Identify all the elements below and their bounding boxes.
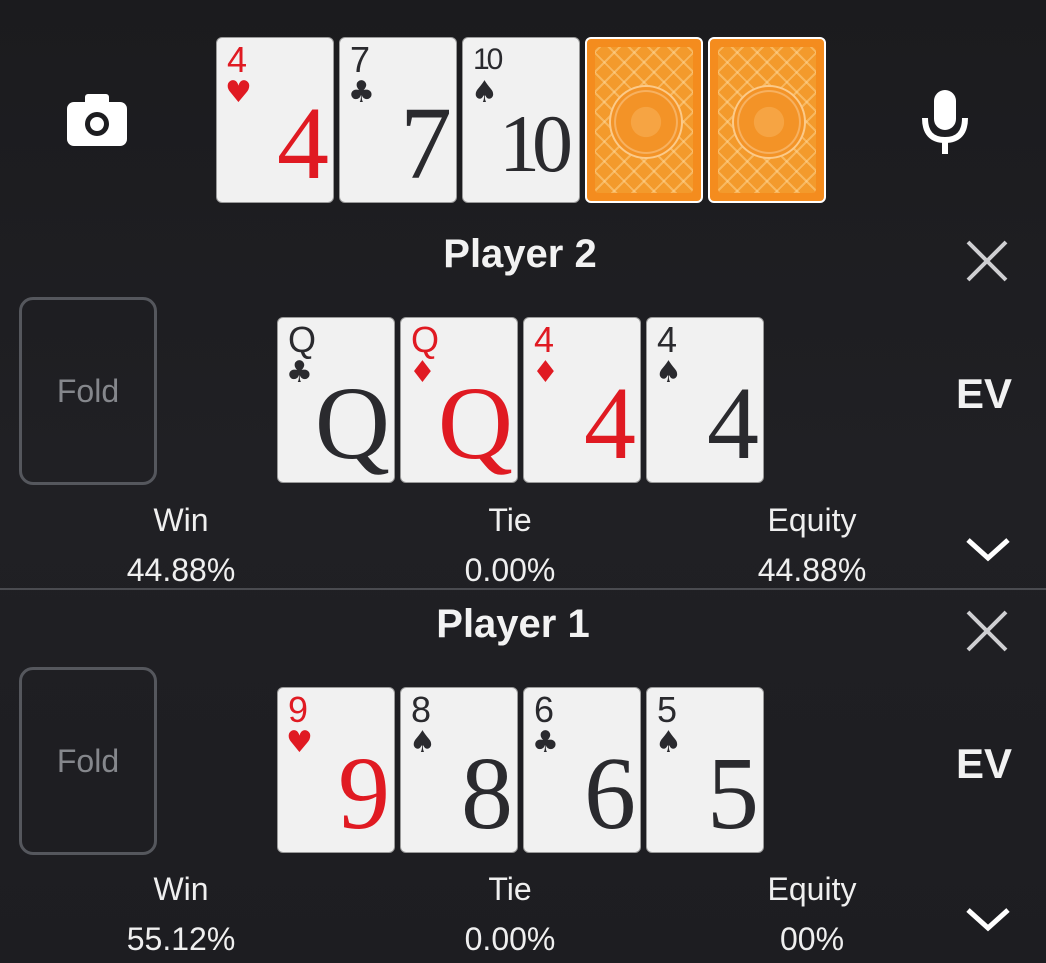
card-rank-corner: 6 (534, 689, 555, 730)
playing-card[interactable]: 4 ♠ 4 (646, 317, 764, 483)
fold-label: Fold (56, 372, 120, 409)
playing-card[interactable]: 4 ♦ 4 (523, 317, 641, 483)
equity-value: 00% (779, 921, 845, 957)
card-suit-icon: ♣ (286, 355, 313, 390)
card-suit-icon: ♥ (225, 75, 252, 110)
card-rank-corner: Q (288, 319, 317, 360)
win-label: Win (153, 871, 209, 907)
tie-stat: Tie 0.00% (410, 500, 610, 590)
win-value: 44.88% (126, 552, 236, 588)
playing-card[interactable]: 9 ♥ 9 (277, 687, 395, 853)
tie-stat: Tie 0.00% (410, 869, 610, 959)
expand-button[interactable] (962, 900, 1014, 936)
fold-button[interactable]: Fold (19, 297, 157, 485)
playing-card[interactable]: 7 ♣ 7 (339, 37, 457, 203)
card-rank-corner: 4 (227, 39, 248, 80)
win-label: Win (153, 502, 209, 538)
close-player-button[interactable] (962, 236, 1012, 286)
microphone-button[interactable] (914, 86, 976, 158)
playing-card[interactable]: Q ♦ Q (400, 317, 518, 483)
playing-card[interactable]: 10 ♠ 10 (462, 37, 580, 203)
card-rank-corner: Q (411, 319, 440, 360)
player-title: Player 1 (436, 602, 590, 646)
chevron-down-icon (966, 538, 1010, 562)
win-value: 55.12% (126, 921, 236, 957)
card-rank: Q (314, 366, 390, 481)
section-divider (0, 588, 1046, 590)
card-suit-icon: ♣ (348, 75, 375, 110)
expand-button[interactable] (962, 530, 1014, 566)
card-rank: 4 (277, 86, 329, 201)
card-rank: 10 (499, 98, 573, 189)
playing-card[interactable]: Q ♣ Q (277, 317, 395, 483)
fold-label: Fold (56, 742, 120, 779)
playing-card[interactable]: 8 ♠ 8 (400, 687, 518, 853)
card-suit-icon: ♦ (409, 355, 436, 390)
card-suit-icon: ♠ (471, 75, 498, 110)
playing-card[interactable]: 6 ♣ 6 (523, 687, 641, 853)
chevron-down-icon (966, 908, 1010, 932)
card-rank-corner: 9 (288, 689, 309, 730)
card-rank: Q (437, 366, 513, 481)
win-stat: Win 55.12% (81, 869, 281, 959)
app-screen: 4 ♥ 4 7 ♣ 7 10 ♠ 10 Player 2 Fold Q ♣ Q Q ♦ Q 4 ♦ 4 4 ♠ 4 E… (0, 0, 1046, 963)
playing-card[interactable]: 4 ♥ 4 (216, 37, 334, 203)
equity-value: 44.88% (757, 552, 867, 588)
card-suit-icon: ♠ (409, 725, 436, 760)
card-rank-corner: 10 (473, 43, 503, 76)
card-rank-corner: 4 (534, 319, 555, 360)
close-player-button[interactable] (962, 606, 1012, 656)
card-rank-corner: 5 (657, 689, 678, 730)
ev-button[interactable]: EV (956, 370, 1012, 418)
card-suit-icon: ♥ (286, 725, 313, 760)
microphone-icon (922, 90, 968, 154)
card-rank-corner: 4 (657, 319, 678, 360)
tie-label: Tie (488, 502, 532, 538)
card-rank: 4 (707, 366, 759, 481)
card-rank-corner: 7 (350, 39, 371, 80)
equity-label: Equity (767, 871, 857, 907)
close-icon (966, 240, 1008, 282)
playing-card[interactable]: 5 ♠ 5 (646, 687, 764, 853)
card-rank: 9 (338, 736, 390, 851)
equity-stat: Equity 00% (712, 869, 912, 959)
card-rank: 6 (584, 736, 636, 851)
close-icon (966, 610, 1008, 652)
card-suit-icon: ♣ (532, 725, 559, 760)
card-back-medallion (732, 85, 806, 159)
card-suit-icon: ♠ (655, 355, 682, 390)
card-back-placeholder[interactable] (708, 37, 826, 203)
card-rank-corner: 8 (411, 689, 432, 730)
card-rank: 4 (584, 366, 636, 481)
card-rank: 7 (400, 86, 452, 201)
camera-button[interactable] (62, 88, 132, 152)
fold-button[interactable]: Fold (19, 667, 157, 855)
tie-value: 0.00% (464, 921, 556, 957)
card-rank: 8 (461, 736, 513, 851)
card-rank: 5 (707, 736, 759, 851)
card-back-placeholder[interactable] (585, 37, 703, 203)
card-suit-icon: ♠ (655, 725, 682, 760)
tie-label: Tie (488, 871, 532, 907)
card-back-medallion (609, 85, 683, 159)
player-title: Player 2 (443, 232, 597, 276)
equity-label: Equity (767, 502, 857, 538)
win-stat: Win 44.88% (81, 500, 281, 590)
card-suit-icon: ♦ (532, 355, 559, 390)
tie-value: 0.00% (464, 552, 556, 588)
equity-stat: Equity 44.88% (712, 500, 912, 590)
camera-icon (67, 94, 127, 146)
ev-button[interactable]: EV (956, 740, 1012, 788)
